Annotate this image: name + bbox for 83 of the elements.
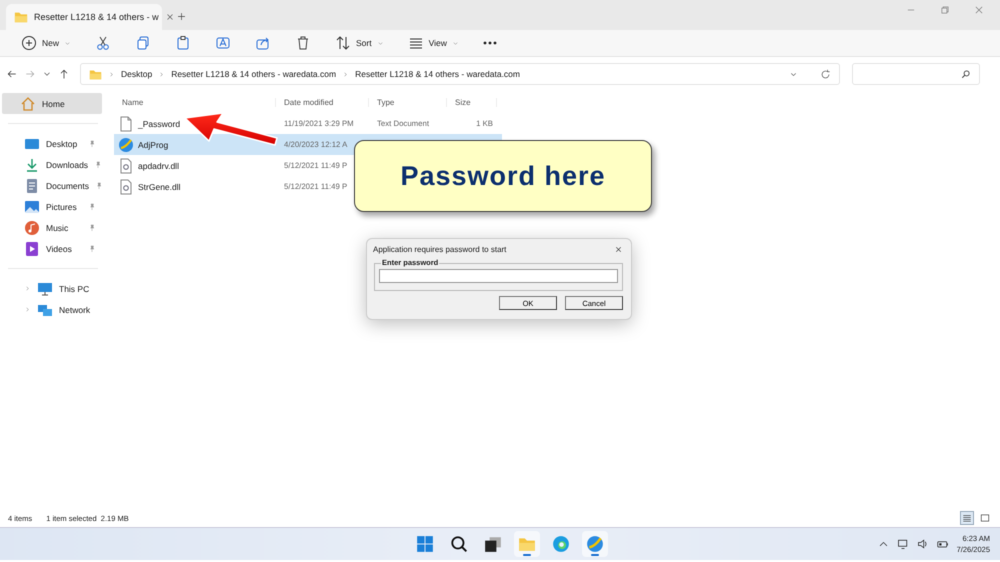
cut-icon — [95, 35, 112, 51]
breadcrumb-item[interactable]: Desktop — [121, 69, 152, 79]
chevron-icon — [342, 70, 350, 78]
details-view-button[interactable] — [960, 511, 974, 525]
video-icon — [24, 240, 40, 256]
folder-icon — [14, 10, 28, 24]
sidebar-item[interactable]: Desktop — [2, 133, 102, 154]
caret-icon — [452, 40, 459, 46]
pin-icon — [95, 182, 103, 190]
copy-icon — [135, 35, 152, 51]
refresh-icon — [820, 68, 831, 80]
column-header[interactable]: Date modified — [276, 98, 369, 106]
caret-icon — [64, 40, 72, 46]
chevron-icon — [24, 285, 31, 292]
tile-icon — [980, 513, 990, 523]
restore-icon — [940, 5, 950, 15]
folder-icon — [89, 68, 102, 80]
back-icon — [6, 68, 18, 80]
more-icon — [482, 41, 497, 45]
forward-icon — [24, 68, 36, 80]
image-icon — [24, 198, 40, 214]
view-button[interactable]: View — [398, 31, 468, 55]
share-icon — [255, 35, 272, 51]
password-field[interactable] — [379, 269, 618, 283]
windows-icon — [416, 535, 434, 553]
home-icon — [20, 96, 36, 112]
paste-icon — [175, 35, 192, 51]
edge-icon — [552, 535, 570, 553]
pin-icon — [94, 160, 102, 168]
sidebar-item[interactable]: This PC — [2, 278, 102, 299]
sidebar-item[interactable]: Network — [2, 299, 102, 320]
file-name: _Password — [138, 118, 180, 128]
sidebar-item[interactable]: Home — [2, 93, 102, 114]
task-view-icon — [484, 535, 502, 553]
monitor-icon — [37, 280, 53, 296]
new-tab-icon — [176, 11, 187, 22]
chevron-icon — [158, 70, 166, 78]
sidebar-item[interactable]: Documents — [2, 175, 102, 196]
column-header[interactable]: Type — [369, 98, 447, 106]
add-icon — [21, 35, 37, 51]
pin-icon — [88, 140, 96, 148]
up-icon — [58, 68, 70, 80]
address-bar[interactable]: Desktop Resetter L1218 & 14 others - waredata.com Resetter L1218 & 14 others - waredata.com — [80, 63, 840, 85]
app-icon — [118, 136, 134, 152]
sidebar-item[interactable]: Videos — [2, 238, 102, 259]
document-icon — [118, 116, 134, 132]
caret-icon — [376, 40, 384, 46]
pin-icon — [88, 202, 96, 210]
dialog-title: Application requires password to start — [373, 244, 506, 254]
sidebar-item[interactable]: Music — [2, 217, 102, 238]
app-icon — [586, 535, 604, 553]
close-icon — [614, 244, 623, 254]
music-icon — [24, 220, 40, 236]
close-icon — [164, 12, 175, 22]
sort-icon — [335, 35, 352, 51]
column-header[interactable]: Size — [447, 98, 497, 106]
file-name: StrGene.dll — [138, 182, 181, 192]
breadcrumb-item[interactable]: Resetter L1218 & 14 others - waredata.com — [171, 69, 336, 79]
close-icon — [974, 5, 984, 15]
breadcrumb-item[interactable]: Resetter L1218 & 14 others - waredata.com — [355, 69, 520, 79]
rename-icon — [215, 35, 232, 51]
gear-file-icon — [118, 178, 134, 194]
sort-button[interactable]: Sort — [326, 31, 393, 55]
column-header[interactable]: Name — [114, 98, 276, 106]
file-name: apdadrv.dll — [138, 160, 179, 170]
pin-icon — [88, 244, 96, 252]
volume-icon — [916, 538, 929, 550]
gear-file-icon — [118, 158, 134, 174]
document-icon — [24, 178, 40, 194]
callout-tooltip: Password here — [354, 140, 652, 212]
chevron-icon — [108, 70, 115, 78]
file-name: AdjProg — [138, 140, 168, 150]
download-icon — [24, 156, 40, 172]
sidebar-item[interactable]: Downloads — [2, 154, 102, 175]
network-icon — [896, 538, 909, 550]
search-field[interactable] — [852, 63, 980, 85]
search-icon — [450, 535, 468, 553]
search-icon — [961, 69, 971, 79]
chevron-icon — [24, 306, 31, 313]
new-button[interactable]: New — [12, 31, 80, 55]
sidebar-item[interactable]: Pictures — [2, 196, 102, 217]
pin-icon — [88, 224, 96, 232]
list-icon — [962, 513, 972, 523]
